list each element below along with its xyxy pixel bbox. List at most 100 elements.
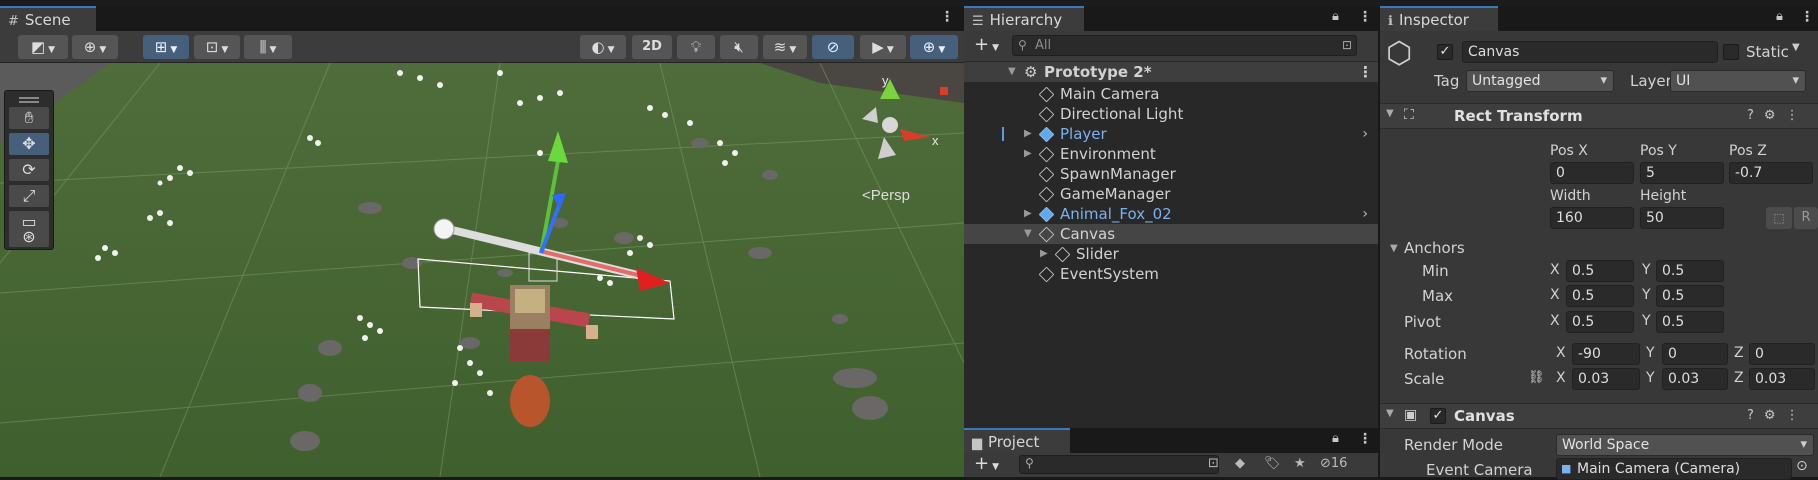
2d-toggle[interactable]: 2D	[632, 35, 672, 59]
hierarchy-item[interactable]: EventSystem	[964, 264, 1378, 284]
canvas-enabled-checkbox[interactable]: ✓	[1430, 408, 1446, 424]
hierarchy-item[interactable]: ▶ Environment	[964, 144, 1378, 164]
scene-menu-icon[interactable]: ⋮	[940, 9, 954, 25]
pos-z-input[interactable]: -0.7	[1729, 162, 1813, 184]
static-dropdown-icon[interactable]: ▼	[1792, 42, 1800, 53]
collapse-arrow-icon[interactable]: ▼	[1386, 108, 1394, 119]
prefab-open-chevron-icon[interactable]: ›	[1362, 124, 1368, 144]
hierarchy-item[interactable]: ▶ Slider	[964, 244, 1378, 264]
slider-handle[interactable]	[433, 218, 455, 240]
lock-icon[interactable]: 🔒︎	[1332, 9, 1339, 24]
gameobject-icon[interactable]: ⬡	[1386, 36, 1424, 74]
hidden-packages-button[interactable]: ⊘16	[1320, 456, 1347, 471]
search-mode-icon[interactable]: ⊡	[1208, 456, 1219, 471]
scene-row[interactable]: ▼ ⚙ Prototype 2* ⋮	[964, 62, 1378, 82]
move-tool[interactable]: ✥	[9, 133, 49, 155]
object-picker-icon[interactable]: ⊙	[1796, 458, 1808, 474]
scale-tool[interactable]: ⤢	[9, 185, 49, 207]
anchor-max-x-input[interactable]: 0.5	[1566, 285, 1634, 307]
scale-z-input[interactable]: 0.03	[1749, 368, 1815, 390]
project-search-input[interactable]: ⚲	[1019, 455, 1219, 474]
grid-visibility-button[interactable]: ⫼ ▼	[244, 35, 292, 59]
canvas-help-icon[interactable]: ?	[1747, 408, 1764, 423]
rotation-y-input[interactable]: 0	[1662, 343, 1728, 365]
pos-y-input[interactable]: 5	[1640, 162, 1724, 184]
tab-hierarchy[interactable]: ☰ Hierarchy	[964, 6, 1084, 31]
projection-label[interactable]: <Persp	[862, 187, 910, 204]
expand-arrow-icon[interactable]: ▶	[1040, 244, 1048, 264]
static-checkbox[interactable]	[1723, 44, 1739, 60]
anchor-min-y-input[interactable]: 0.5	[1656, 260, 1724, 282]
rect-transform-header[interactable]: ▼ ⛶ Rect Transform ?⚙⋮	[1380, 103, 1818, 129]
filter-label-icon[interactable]: 🏷︎	[1264, 456, 1281, 471]
search-filter-icon[interactable]: ⊡	[1342, 36, 1352, 55]
palette-grip[interactable]	[19, 97, 39, 103]
camera-settings-button[interactable]: ▶ ▼	[860, 35, 906, 59]
pivot-x-input[interactable]: 0.5	[1566, 311, 1634, 333]
scene-row-menu-icon[interactable]: ⋮	[1358, 62, 1373, 82]
anchor-min-x-input[interactable]: 0.5	[1566, 260, 1634, 282]
hidden-objects-toggle[interactable]: ⊘	[812, 35, 854, 59]
lighting-toggle[interactable]: 💡︎	[677, 35, 715, 59]
tab-inspector[interactable]: ℹ Inspector	[1380, 6, 1498, 31]
inspector-menu-icon[interactable]: ⋮	[1800, 9, 1814, 25]
hierarchy-item[interactable]: Directional Light	[964, 104, 1378, 124]
favorite-icon[interactable]: ★	[1294, 456, 1306, 471]
expand-arrow-icon[interactable]: ▼	[1024, 224, 1032, 244]
effects-button[interactable]: ≋ ▼	[763, 35, 807, 59]
help-icon[interactable]: ?	[1747, 108, 1764, 123]
object-name-input[interactable]: Canvas	[1462, 41, 1718, 63]
draw-mode-button[interactable]: ◩ ▼	[18, 35, 68, 59]
pos-x-input[interactable]: 0	[1550, 162, 1634, 184]
tab-scene[interactable]: # Scene	[0, 6, 96, 31]
inspector-lock-icon[interactable]: 🔒︎	[1776, 9, 1783, 24]
rotation-z-input[interactable]: 0	[1749, 343, 1815, 365]
expand-arrow-icon[interactable]: ▼	[1008, 62, 1016, 82]
preset-icon[interactable]: ⚙	[1764, 108, 1786, 123]
filter-type-icon[interactable]: ◆	[1235, 456, 1245, 471]
render-mode-dropdown[interactable]: World Space	[1556, 434, 1814, 456]
project-menu-icon[interactable]: ⋮	[1358, 431, 1372, 447]
expand-arrow-icon[interactable]: ▶	[1024, 204, 1032, 224]
canvas-collapse-arrow-icon[interactable]: ▼	[1386, 408, 1394, 419]
tag-dropdown[interactable]: Untagged	[1466, 70, 1614, 92]
expand-arrow-icon[interactable]: ▶	[1024, 124, 1032, 144]
hierarchy-search-input[interactable]: ⚲ All ⊡	[1012, 35, 1357, 56]
canvas-menu-icon[interactable]: ⋮	[1786, 408, 1809, 423]
grid-snap-button[interactable]: ⊞ ▼	[143, 35, 189, 59]
prefab-open-chevron-icon[interactable]: ›	[1362, 204, 1368, 224]
project-add-button[interactable]: + ▼	[974, 453, 999, 474]
add-object-button[interactable]: + ▼	[974, 34, 999, 55]
scale-x-input[interactable]: 0.03	[1572, 368, 1640, 390]
blueprint-mode-button[interactable]: ⬚	[1766, 207, 1792, 229]
hierarchy-item[interactable]: ▼ Canvas	[964, 224, 1378, 244]
canvas-component-header[interactable]: ▼ ▣ ✓ Canvas ?⚙⋮	[1380, 403, 1818, 429]
rotate-tool[interactable]: ⟳	[9, 159, 49, 181]
hierarchy-item[interactable]: ▶ Player ›	[964, 124, 1378, 144]
transform-tool[interactable]: ⊛	[9, 227, 49, 247]
scale-y-input[interactable]: 0.03	[1662, 368, 1728, 390]
hierarchy-item[interactable]: SpawnManager	[964, 164, 1378, 184]
gizmos-button[interactable]: ⊕ ▼	[910, 35, 958, 59]
hierarchy-item[interactable]: GameManager	[964, 184, 1378, 204]
hierarchy-item[interactable]: Main Camera	[964, 84, 1378, 104]
constrain-proportions-icon[interactable]: ⛓	[1528, 370, 1545, 385]
raw-edit-button[interactable]: R	[1794, 207, 1818, 229]
component-menu-icon[interactable]: ⋮	[1786, 108, 1809, 123]
active-checkbox[interactable]: ✓	[1437, 44, 1453, 60]
anchors-arrow-icon[interactable]: ▼	[1390, 243, 1398, 254]
render-mode-button[interactable]: ◐ ▼	[580, 35, 626, 59]
layer-dropdown[interactable]: UI	[1670, 70, 1806, 92]
hierarchy-menu-icon[interactable]: ⋮	[1358, 9, 1372, 25]
scene-viewport[interactable]: y x <Persp	[0, 63, 964, 477]
anchor-max-y-input[interactable]: 0.5	[1656, 285, 1724, 307]
tab-project[interactable]: ▆ Project	[964, 428, 1070, 453]
pivot-global-button[interactable]: ⊕ ▼	[72, 35, 118, 59]
expand-arrow-icon[interactable]: ▶	[1024, 144, 1032, 164]
hierarchy-item[interactable]: ▶ Animal_Fox_02 ›	[964, 204, 1378, 224]
pivot-y-input[interactable]: 0.5	[1656, 311, 1724, 333]
rotation-x-input[interactable]: -90	[1572, 343, 1640, 365]
increment-snap-button[interactable]: ⊡ ▼	[194, 35, 240, 59]
height-input[interactable]: 50	[1640, 207, 1724, 229]
width-input[interactable]: 160	[1550, 207, 1634, 229]
